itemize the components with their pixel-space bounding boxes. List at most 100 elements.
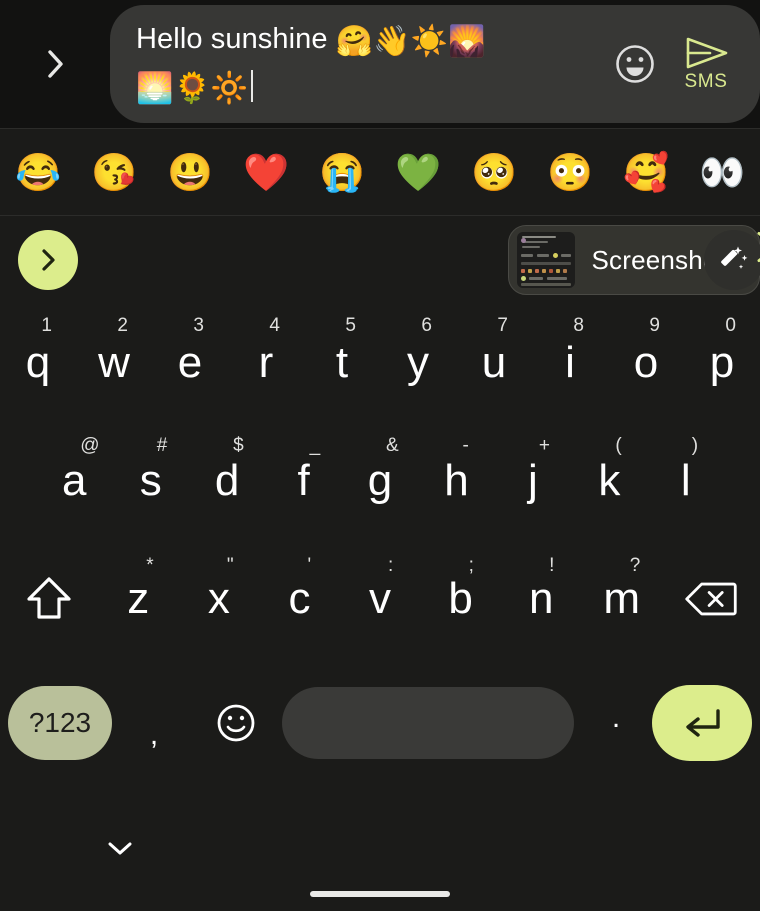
emoji-suggestion-flushed-face[interactable]: 😳 (532, 154, 608, 191)
key-hint-m: ? (629, 555, 641, 576)
emoji-suggestion-smiling-face-with-hearts[interactable]: 🥰 (608, 154, 684, 191)
gesture-home-indicator[interactable] (310, 891, 450, 897)
smiley-face-icon (616, 45, 654, 83)
symbols-key[interactable]: ?123 (8, 686, 112, 760)
chevron-right-icon (48, 50, 63, 78)
key-label-t: t (335, 338, 349, 387)
emoji-suggestion-green-heart[interactable]: 💚 (380, 154, 456, 191)
key-p[interactable]: 0p (684, 310, 760, 416)
key-q[interactable]: 1q (0, 310, 76, 416)
emoji-suggestion-grinning-face-with-big-eyes[interactable]: 😃 (152, 154, 228, 191)
message-emojis-line2: 🌅🌻🔆 (136, 72, 249, 105)
key-w[interactable]: 2w (76, 310, 152, 416)
enter-return-icon (686, 709, 720, 737)
emoji-suggestion-face-blowing-a-kiss[interactable]: 😘 (76, 154, 152, 191)
shift-key[interactable] (0, 546, 98, 652)
key-h[interactable]: -h (418, 428, 494, 534)
key-x[interactable]: " x (179, 546, 260, 652)
key-hint-r: 4 (269, 315, 280, 336)
key-d[interactable]: $ d (189, 428, 265, 534)
key-u[interactable]: 7u (456, 310, 532, 416)
key-label-v: v (369, 574, 392, 623)
key-label-f: f (297, 456, 310, 505)
key-l[interactable]: ) l (648, 428, 724, 534)
emoji-suggestion-eyes[interactable]: 👀 (684, 154, 760, 191)
key-hint-u: 7 (497, 315, 508, 336)
key-o[interactable]: 9o (608, 310, 684, 416)
backspace-icon (685, 582, 737, 616)
key-hint-q: 1 (41, 315, 52, 336)
space-key[interactable] (282, 687, 574, 759)
key-label-a: a (62, 456, 87, 505)
key-label-o: o (633, 338, 659, 387)
comma-key[interactable]: , (112, 686, 196, 760)
enter-key[interactable] (652, 685, 752, 761)
key-j[interactable]: + j (495, 428, 571, 534)
key-v[interactable]: :v (340, 546, 421, 652)
key-hint-x: " (226, 555, 234, 576)
key-y[interactable]: 6y (380, 310, 456, 416)
emoji-suggestion-strip: 😂 😘 😃 ❤️ 😭 💚 🥺 😳 🥰 👀 (0, 128, 760, 216)
key-n[interactable]: ! n (501, 546, 582, 652)
key-hint-v: : (388, 555, 394, 576)
backspace-key[interactable] (662, 546, 760, 652)
key-hint-o: 9 (649, 315, 660, 336)
comma-key-label: , (149, 718, 159, 751)
emoji-suggestion-pleading-face[interactable]: 🥺 (456, 154, 532, 191)
key-label-e: e (177, 338, 203, 387)
screenshot-thumbnail (517, 232, 576, 288)
key-label-h: h (444, 456, 469, 505)
message-text: Hello sunshine 🤗👋☀️🌄 🌅🌻🔆 (136, 17, 606, 111)
hide-keyboard-button[interactable] (98, 833, 142, 863)
key-t[interactable]: 5t (304, 310, 380, 416)
send-sms-button[interactable]: SMS (682, 36, 730, 93)
key-f[interactable]: _ f (265, 428, 341, 534)
emoji-keyboard-toggle-button[interactable] (614, 43, 656, 85)
key-label-n: n (528, 574, 554, 623)
key-r[interactable]: 4r (228, 310, 304, 416)
key-label-k: k (598, 456, 621, 505)
period-key-label: . (611, 701, 621, 734)
key-label-d: d (214, 456, 240, 505)
key-b[interactable]: ; b (420, 546, 501, 652)
message-input-field[interactable]: Hello sunshine 🤗👋☀️🌄 🌅🌻🔆 SMS (110, 5, 760, 123)
key-hint-f: _ (309, 435, 321, 456)
key-z[interactable]: * z (98, 546, 179, 652)
key-hint-j: + (538, 435, 550, 456)
key-hint-t: 5 (345, 315, 356, 336)
key-hint-i: 8 (573, 315, 584, 336)
expand-compose-chevron-icon[interactable] (0, 0, 110, 128)
key-hint-c: ' (307, 555, 312, 576)
period-key[interactable]: . (580, 701, 652, 745)
phone-screen: Hello sunshine 🤗👋☀️🌄 🌅🌻🔆 SMS 😂 😘 😃 ❤️ 😭 … (0, 0, 760, 911)
toolbar-expand-button[interactable] (18, 230, 78, 290)
shift-arrow-icon (27, 577, 71, 619)
key-m[interactable]: ? m (581, 546, 662, 652)
text-cursor (251, 70, 254, 102)
key-i[interactable]: 8i (532, 310, 608, 416)
key-a[interactable]: @ a (36, 428, 112, 534)
chevron-down-icon (108, 842, 132, 855)
key-hint-y: 6 (421, 315, 432, 336)
key-hint-d: $ (233, 435, 244, 456)
key-label-u: u (481, 338, 507, 387)
emoji-key[interactable] (196, 702, 276, 744)
key-c[interactable]: ' c (259, 546, 340, 652)
key-label-l: l (680, 456, 691, 505)
key-hint-p: 0 (725, 315, 736, 336)
key-label-y: y (407, 338, 429, 387)
key-g[interactable]: & g (342, 428, 418, 534)
key-hint-l: ) (691, 435, 699, 456)
key-label-m: m (603, 574, 641, 623)
key-s[interactable]: # s (112, 428, 188, 534)
keyboard-row-2: @ a # s $ d _ f & g - h + j(k) l (0, 428, 760, 546)
key-label-w: w (98, 338, 130, 387)
key-e[interactable]: 3e (152, 310, 228, 416)
emoji-suggestion-face-with-tears-of-joy[interactable]: 😂 (0, 154, 76, 191)
key-k[interactable]: (k (571, 428, 647, 534)
magic-compose-button[interactable] (704, 230, 760, 290)
key-hint-b: ; (468, 555, 474, 576)
emoji-suggestion-loudly-crying-face[interactable]: 😭 (304, 154, 380, 191)
emoji-suggestion-red-heart[interactable]: ❤️ (228, 154, 304, 191)
key-hint-g: & (386, 435, 399, 456)
